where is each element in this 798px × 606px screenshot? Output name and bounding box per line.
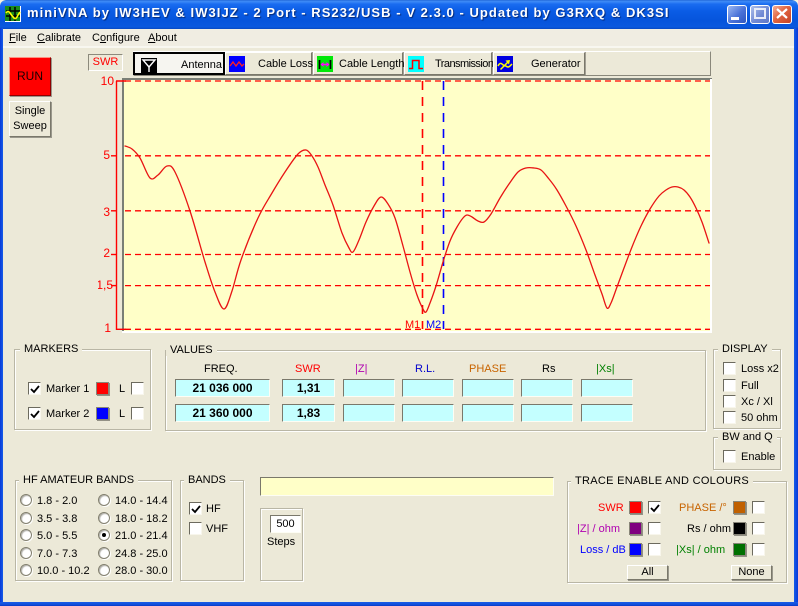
svg-text:3: 3 — [103, 205, 110, 219]
svg-text:5: 5 — [103, 148, 110, 162]
svg-text:10: 10 — [101, 74, 115, 88]
svg-text:1: 1 — [104, 321, 111, 335]
svg-text:M1: M1 — [405, 319, 420, 331]
svg-text:M2: M2 — [426, 319, 441, 331]
svg-text:1,5: 1,5 — [98, 278, 113, 292]
svg-text:2: 2 — [103, 246, 110, 260]
